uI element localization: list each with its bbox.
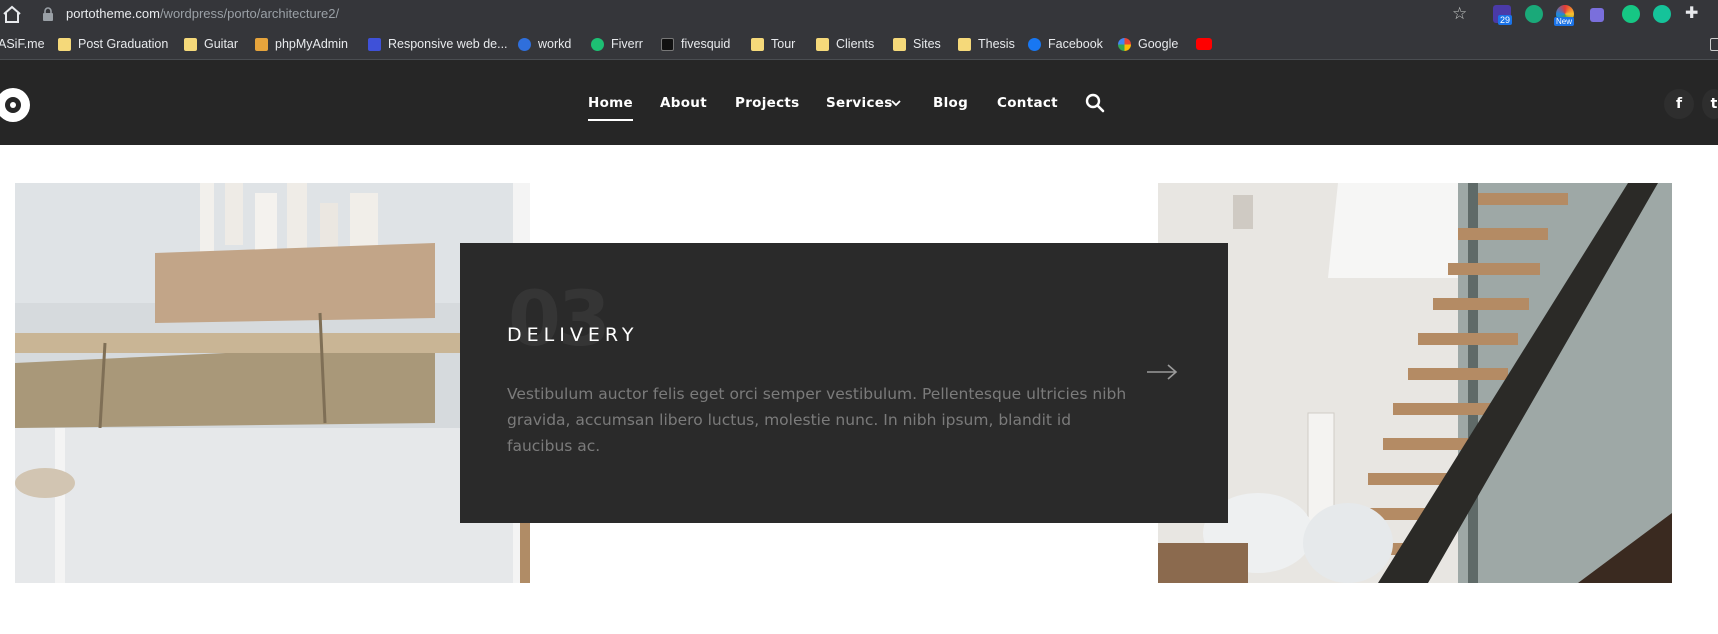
url-host: portotheme.com [66,6,160,21]
step-description: Vestibulum auctor felis eget orci semper… [507,385,1127,455]
folder-icon [816,37,829,51]
home-icon[interactable] [2,5,22,23]
bookmark-thesis[interactable]: Thesis [958,28,1015,60]
bookmark-phpmyadmin[interactable]: phpMyAdmin [255,28,348,60]
url-path: /wordpress/porto/architecture2/ [159,6,340,21]
bookmark-fivesquid[interactable]: fivesquid [661,28,730,60]
nav-blog[interactable]: Blog [933,95,968,111]
extension-icon-6[interactable] [1653,5,1671,23]
wooden-table-photo [15,183,530,583]
staircase-photo [1158,183,1672,583]
bookmark-label: Guitar [204,37,239,51]
youtube-icon [1196,38,1212,50]
reading-list-icon[interactable] [1710,28,1718,60]
nav-about[interactable]: About [660,95,707,111]
lock-icon[interactable] [42,7,54,21]
facebook-icon [1028,37,1041,51]
bookmark-star-icon[interactable]: ☆ [1452,4,1467,24]
bookmark-label: Sites [913,37,941,51]
bookmarks-bar: ASiF.me Post Graduation Guitar phpMyAdmi… [0,28,1718,60]
bookmark-asif[interactable]: ASiF.me [0,28,45,60]
arrow-right-icon[interactable] [1146,363,1178,381]
extension-badge-new: New [1554,17,1575,26]
bookmark-label: Google [1138,37,1179,51]
project-image-right [1158,183,1672,583]
google-icon [1118,37,1131,51]
folder-icon [893,37,906,51]
bookmark-label: Tour [771,37,796,51]
bookmark-facebook[interactable]: Facebook [1028,28,1103,60]
nav-projects[interactable]: Projects [735,95,800,111]
bookmark-label: workd [538,37,572,51]
bookmark-label: phpMyAdmin [275,37,348,51]
search-icon[interactable] [1085,93,1105,113]
bookmark-label: Thesis [978,37,1015,51]
chevron-down-icon [891,100,901,107]
nav-services[interactable]: Services [826,95,893,111]
step-title: DELIVERY [507,324,639,346]
fivesquid-icon [661,37,674,51]
bookmark-label: fivesquid [681,37,731,51]
bookmark-sites[interactable]: Sites [893,28,941,60]
bookmark-tour[interactable]: Tour [751,28,795,60]
bookmark-label: Post Graduation [78,37,169,51]
extensions-puzzle-icon[interactable]: ✚ [1685,3,1698,23]
extension-icon-2[interactable] [1525,5,1543,23]
bookmark-label: Clients [836,37,875,51]
bookmark-fiverr[interactable]: Fiverr [591,28,643,60]
workd-icon [518,37,531,51]
project-image-left [15,183,530,583]
bookmark-clients[interactable]: Clients [816,28,874,60]
bookmark-post-graduation[interactable]: Post Graduation [58,28,168,60]
browser-address-bar: portotheme.com/wordpress/porto/architect… [0,0,1718,28]
list-icon [1710,37,1718,51]
url-field[interactable]: portotheme.com/wordpress/porto/architect… [66,6,339,21]
bookmark-workd[interactable]: workd [518,28,571,60]
nav-home[interactable]: Home [588,95,633,121]
facebook-icon[interactable]: f [1664,89,1694,119]
fiverr-icon [591,37,604,51]
folder-icon [58,37,71,51]
extension-icon-4[interactable] [1590,8,1604,22]
w-icon [368,37,381,51]
phpmyadmin-icon [255,37,268,51]
bookmark-guitar[interactable]: Guitar [184,28,238,60]
process-card: 03 DELIVERY Vestibulum auctor felis eget… [460,243,1228,523]
bookmark-google[interactable]: Google [1118,28,1178,60]
folder-icon [184,37,197,51]
logo[interactable] [0,88,30,122]
bookmark-label: Responsive web de... [388,37,508,51]
site-header: Home About Projects Services Blog Contac… [0,60,1718,145]
twitter-icon[interactable]: t [1702,89,1718,119]
bookmark-youtube[interactable] [1196,28,1219,60]
bookmark-label: Fiverr [611,37,643,51]
nav-contact[interactable]: Contact [997,95,1058,111]
bookmark-label: Facebook [1048,37,1103,51]
folder-icon [958,37,971,51]
folder-icon [751,37,764,51]
extension-badge-count: 29 [1498,15,1513,25]
bookmark-label: ASiF.me [0,37,45,51]
bookmark-responsive-web[interactable]: Responsive web de... [368,28,508,60]
extension-icon-5[interactable] [1622,5,1640,23]
